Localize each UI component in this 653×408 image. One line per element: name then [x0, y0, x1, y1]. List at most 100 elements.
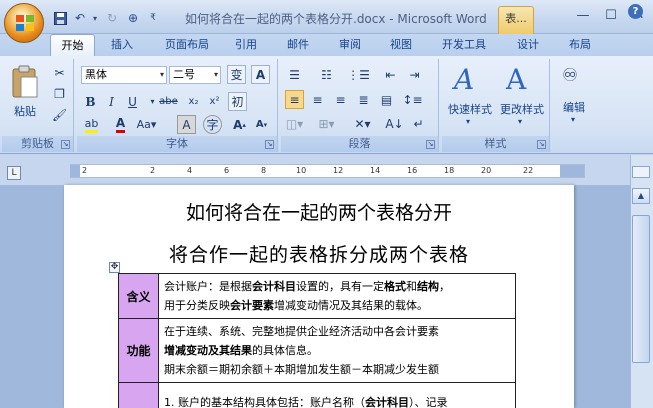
table-head-cell[interactable]: 功能	[118, 318, 159, 383]
chevron-down-icon: ▾	[213, 70, 218, 79]
tab-references[interactable]: 引用	[226, 34, 266, 56]
bold-icon[interactable]: B	[81, 92, 100, 111]
table-body-cell[interactable]: 1. 账户的基本结构具体包括：账户名称（会计科目）、记录	[158, 382, 516, 408]
multilevel-list-icon[interactable]: ⋮☰	[347, 65, 370, 84]
enclose-characters-icon[interactable]: 字	[203, 115, 222, 134]
underline-icon[interactable]: U	[123, 92, 142, 111]
change-case-icon[interactable]: 变	[227, 65, 246, 84]
tab-home[interactable]: 开始	[50, 34, 95, 56]
help-icon[interactable]: ?	[628, 4, 643, 19]
font-size-combo[interactable]: 二号 ▾	[169, 66, 221, 84]
text-run: ，	[439, 280, 450, 293]
office-button[interactable]	[4, 3, 44, 43]
binoculars-icon[interactable]: ♾	[562, 65, 586, 89]
grow-font-icon[interactable]: A ▴	[230, 115, 249, 134]
align-left-icon[interactable]: ≡	[285, 90, 304, 109]
tab-view[interactable]: 视图	[381, 34, 421, 56]
character-shading-icon[interactable]: A	[177, 115, 196, 134]
table-row[interactable]: 功能 在于连续、系统、完整地提供企业经济活动中各会计要素 增减变动及其结果的具体信息…	[118, 318, 516, 383]
character-border-icon[interactable]: A	[251, 65, 270, 84]
chinese-layout-icon[interactable]: ✕▾	[353, 114, 372, 133]
table-move-handle-icon[interactable]: ✥	[109, 262, 120, 273]
format-painter-icon[interactable]: 🖌	[50, 105, 69, 124]
scroll-up-icon[interactable]: ▲	[632, 188, 650, 204]
document-title-1[interactable]: 如何将合在一起的两个表格分开	[64, 198, 574, 225]
shrink-font-icon[interactable]: A ▾	[252, 115, 271, 134]
tab-page-layout[interactable]: 页面布局	[155, 34, 219, 56]
font-color-icon[interactable]: A	[111, 115, 130, 134]
paste-icon[interactable]	[10, 65, 40, 101]
show-marks-icon[interactable]: ↵	[409, 114, 428, 133]
superscript-icon[interactable]: x²	[205, 92, 224, 111]
phonetic-guide-icon[interactable]: 初	[228, 92, 247, 111]
font-launcher-icon[interactable]: ↘	[265, 140, 274, 149]
save-icon[interactable]	[52, 10, 68, 26]
bullets-icon[interactable]: ☰	[285, 65, 304, 84]
table-tools-context-tab[interactable]: 表...	[498, 6, 534, 34]
redo-icon[interactable]: ↻	[104, 10, 120, 26]
tab-mailings[interactable]: 邮件	[278, 34, 318, 56]
align-right-icon[interactable]: ≡	[331, 90, 350, 109]
bold-text: 会计要素	[230, 299, 274, 312]
maximize-button[interactable]: ☐	[598, 6, 624, 24]
paragraph-launcher-icon[interactable]: ↘	[426, 140, 435, 149]
cut-icon[interactable]: ✂	[50, 63, 69, 82]
strikethrough-icon[interactable]: abe	[159, 92, 178, 111]
tab-developer[interactable]: 开发工具	[432, 34, 496, 56]
cell-line: 在于连续、系统、完整地提供企业经济活动中各会计要素	[164, 322, 510, 341]
subscript-icon[interactable]: x₂	[184, 92, 203, 111]
numbering-icon[interactable]: ☷	[317, 65, 336, 84]
split-box[interactable]	[632, 166, 650, 178]
undo-dropdown-icon[interactable]: ▾	[87, 10, 103, 26]
format-painter-icon[interactable]: ⊕	[125, 10, 141, 26]
scroll-thumb[interactable]	[632, 215, 650, 363]
paste-label[interactable]: 粘贴	[8, 103, 42, 119]
quick-styles-icon[interactable]: A	[454, 63, 484, 96]
font-group: 黑体 ▾ 二号 ▾ 变 A B I U ▾ abe x₂ x² 初 ab A Aa▾…	[77, 59, 278, 152]
change-case-aa-icon[interactable]: Aa▾	[137, 115, 157, 134]
chevron-down-icon[interactable]: ▾	[571, 115, 575, 124]
align-center-icon[interactable]: ≡	[308, 90, 327, 109]
table-body-cell[interactable]: 会计账户：是根据会计科目设置的，具有一定格式和结构， 用于分类反映会计要素增减变动…	[158, 273, 516, 319]
highlight-color-icon[interactable]: ab	[82, 115, 101, 134]
tab-review[interactable]: 审阅	[330, 34, 370, 56]
horizontal-ruler[interactable]	[70, 164, 585, 178]
decrease-indent-icon[interactable]: ⇤	[381, 65, 400, 84]
tab-insert[interactable]: 插入	[102, 34, 142, 56]
ruler-number: 14	[370, 166, 381, 175]
sort-icon[interactable]: A↓	[385, 114, 404, 133]
change-styles-icon[interactable]: A	[506, 63, 536, 96]
table-row[interactable]: 含义 会计账户：是根据会计科目设置的，具有一定格式和结构， 用于分类反映会计要素增减…	[118, 273, 516, 319]
text-run: 增减变动情况及其结果的载体。	[274, 299, 428, 312]
line-spacing-icon[interactable]: ↕≡	[402, 90, 422, 109]
minimize-button[interactable]: —	[570, 6, 596, 24]
copy-icon[interactable]: ❐	[50, 84, 69, 103]
table-row[interactable]: 1. 账户的基本结构具体包括：账户名称（会计科目）、记录	[118, 382, 516, 408]
styles-launcher-icon[interactable]: ↘	[537, 140, 546, 149]
tab-selector-icon[interactable]: L	[7, 166, 21, 180]
ruler-number: 4	[187, 166, 193, 175]
document-title-2[interactable]: 将合作一起的表格拆分成两个表格	[64, 240, 574, 267]
clipboard-launcher-icon[interactable]: ↘	[61, 140, 70, 149]
font-name-combo[interactable]: 黑体 ▾	[81, 66, 167, 84]
increase-indent-icon[interactable]: ⇥	[405, 65, 424, 84]
customize-qat-icon[interactable]: ₹	[145, 10, 161, 26]
table-head-cell[interactable]	[118, 382, 159, 408]
chevron-down-icon[interactable]: ▾	[518, 117, 522, 126]
table-head-cell[interactable]: 含义	[118, 273, 159, 319]
chevron-down-icon[interactable]: ▾	[466, 117, 470, 126]
justify-icon[interactable]: ≣	[354, 90, 373, 109]
italic-icon[interactable]: I	[102, 92, 121, 111]
ruler-number: 22	[523, 166, 534, 175]
change-styles-label[interactable]: 更改样式	[496, 101, 548, 117]
distributed-icon[interactable]: ▤	[377, 90, 396, 109]
quick-styles-label[interactable]: 快速样式	[444, 101, 496, 117]
editing-label[interactable]: 编辑	[553, 99, 595, 115]
shading-icon[interactable]: ◫▾	[285, 114, 304, 133]
table-body-cell[interactable]: 在于连续、系统、完整地提供企业经济活动中各会计要素 增减变动及其结果的具体信息。期…	[158, 318, 516, 383]
borders-icon[interactable]: ⊞▾	[317, 114, 336, 133]
undo-icon[interactable]: ↶	[72, 10, 88, 26]
tab-design[interactable]: 设计	[508, 34, 548, 56]
document-table[interactable]: 含义 会计账户：是根据会计科目设置的，具有一定格式和结构， 用于分类反映会计要素增减…	[118, 273, 516, 408]
tab-layout[interactable]: 布局	[560, 34, 600, 56]
